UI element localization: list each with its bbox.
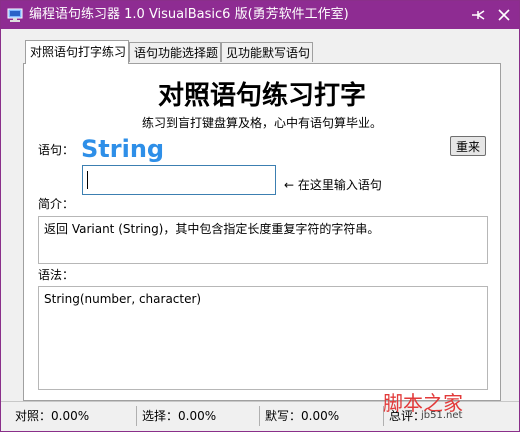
statement-label: 语句： — [38, 143, 75, 157]
target-statement: String — [81, 135, 165, 163]
status-divider — [259, 406, 260, 426]
status-divider — [136, 406, 137, 426]
redo-button[interactable]: 重来 — [450, 136, 486, 156]
client-area: 对照语句打字练习 语句功能选择题 见功能默写语句 对照语句练习打字 练习到盲打键… — [1, 29, 519, 401]
app-window: 编程语句练习器 1.0 VisualBasic6 版(勇芳软件工作室) 对照语句… — [0, 0, 520, 432]
tab-typing-practice[interactable]: 对照语句打字练习 — [25, 40, 129, 64]
intro-textbox[interactable]: 返回 Variant (String)，其中包含指定长度重复字符的字符串。 — [38, 216, 488, 264]
statement-input[interactable] — [82, 165, 276, 195]
status-bar: 对照：0.00% 选择：0.00% 默写：0.00% 总评： 脚本之家 jb51… — [1, 392, 519, 431]
intro-label: 简介： — [38, 197, 75, 211]
status-choice: 选择：0.00% — [142, 409, 217, 423]
watermark-url: jb51.net — [421, 410, 463, 421]
title-bar[interactable]: 编程语句练习器 1.0 VisualBasic6 版(勇芳软件工作室) — [1, 1, 519, 29]
page-subtitle: 练习到盲打键盘算及格，心中有语句算毕业。 — [141, 116, 382, 130]
page-title: 对照语句练习打字 — [157, 81, 366, 111]
app-icon — [7, 7, 23, 23]
window-title: 编程语句练习器 1.0 VisualBasic6 版(勇芳软件工作室) — [29, 7, 349, 22]
syntax-textbox[interactable]: String(number, character) — [38, 286, 488, 390]
tab-recall-statement[interactable]: 见功能默写语句 — [221, 42, 313, 62]
text-caret — [87, 171, 88, 189]
intro-text: 返回 Variant (String)，其中包含指定长度重复字符的字符串。 — [44, 222, 380, 236]
syntax-text: String(number, character) — [44, 292, 202, 306]
status-recall: 默写：0.00% — [265, 409, 340, 423]
status-dictation: 对照：0.00% — [15, 409, 90, 423]
pin-icon[interactable] — [467, 5, 489, 25]
input-hint: ← 在这里输入语句 — [284, 178, 382, 192]
close-icon[interactable] — [493, 5, 515, 25]
syntax-label: 语法： — [38, 268, 75, 282]
tab-panel: 对照语句练习打字 练习到盲打键盘算及格，心中有语句算毕业。 语句： String… — [23, 63, 501, 401]
tab-function-quiz[interactable]: 语句功能选择题 — [129, 42, 221, 62]
